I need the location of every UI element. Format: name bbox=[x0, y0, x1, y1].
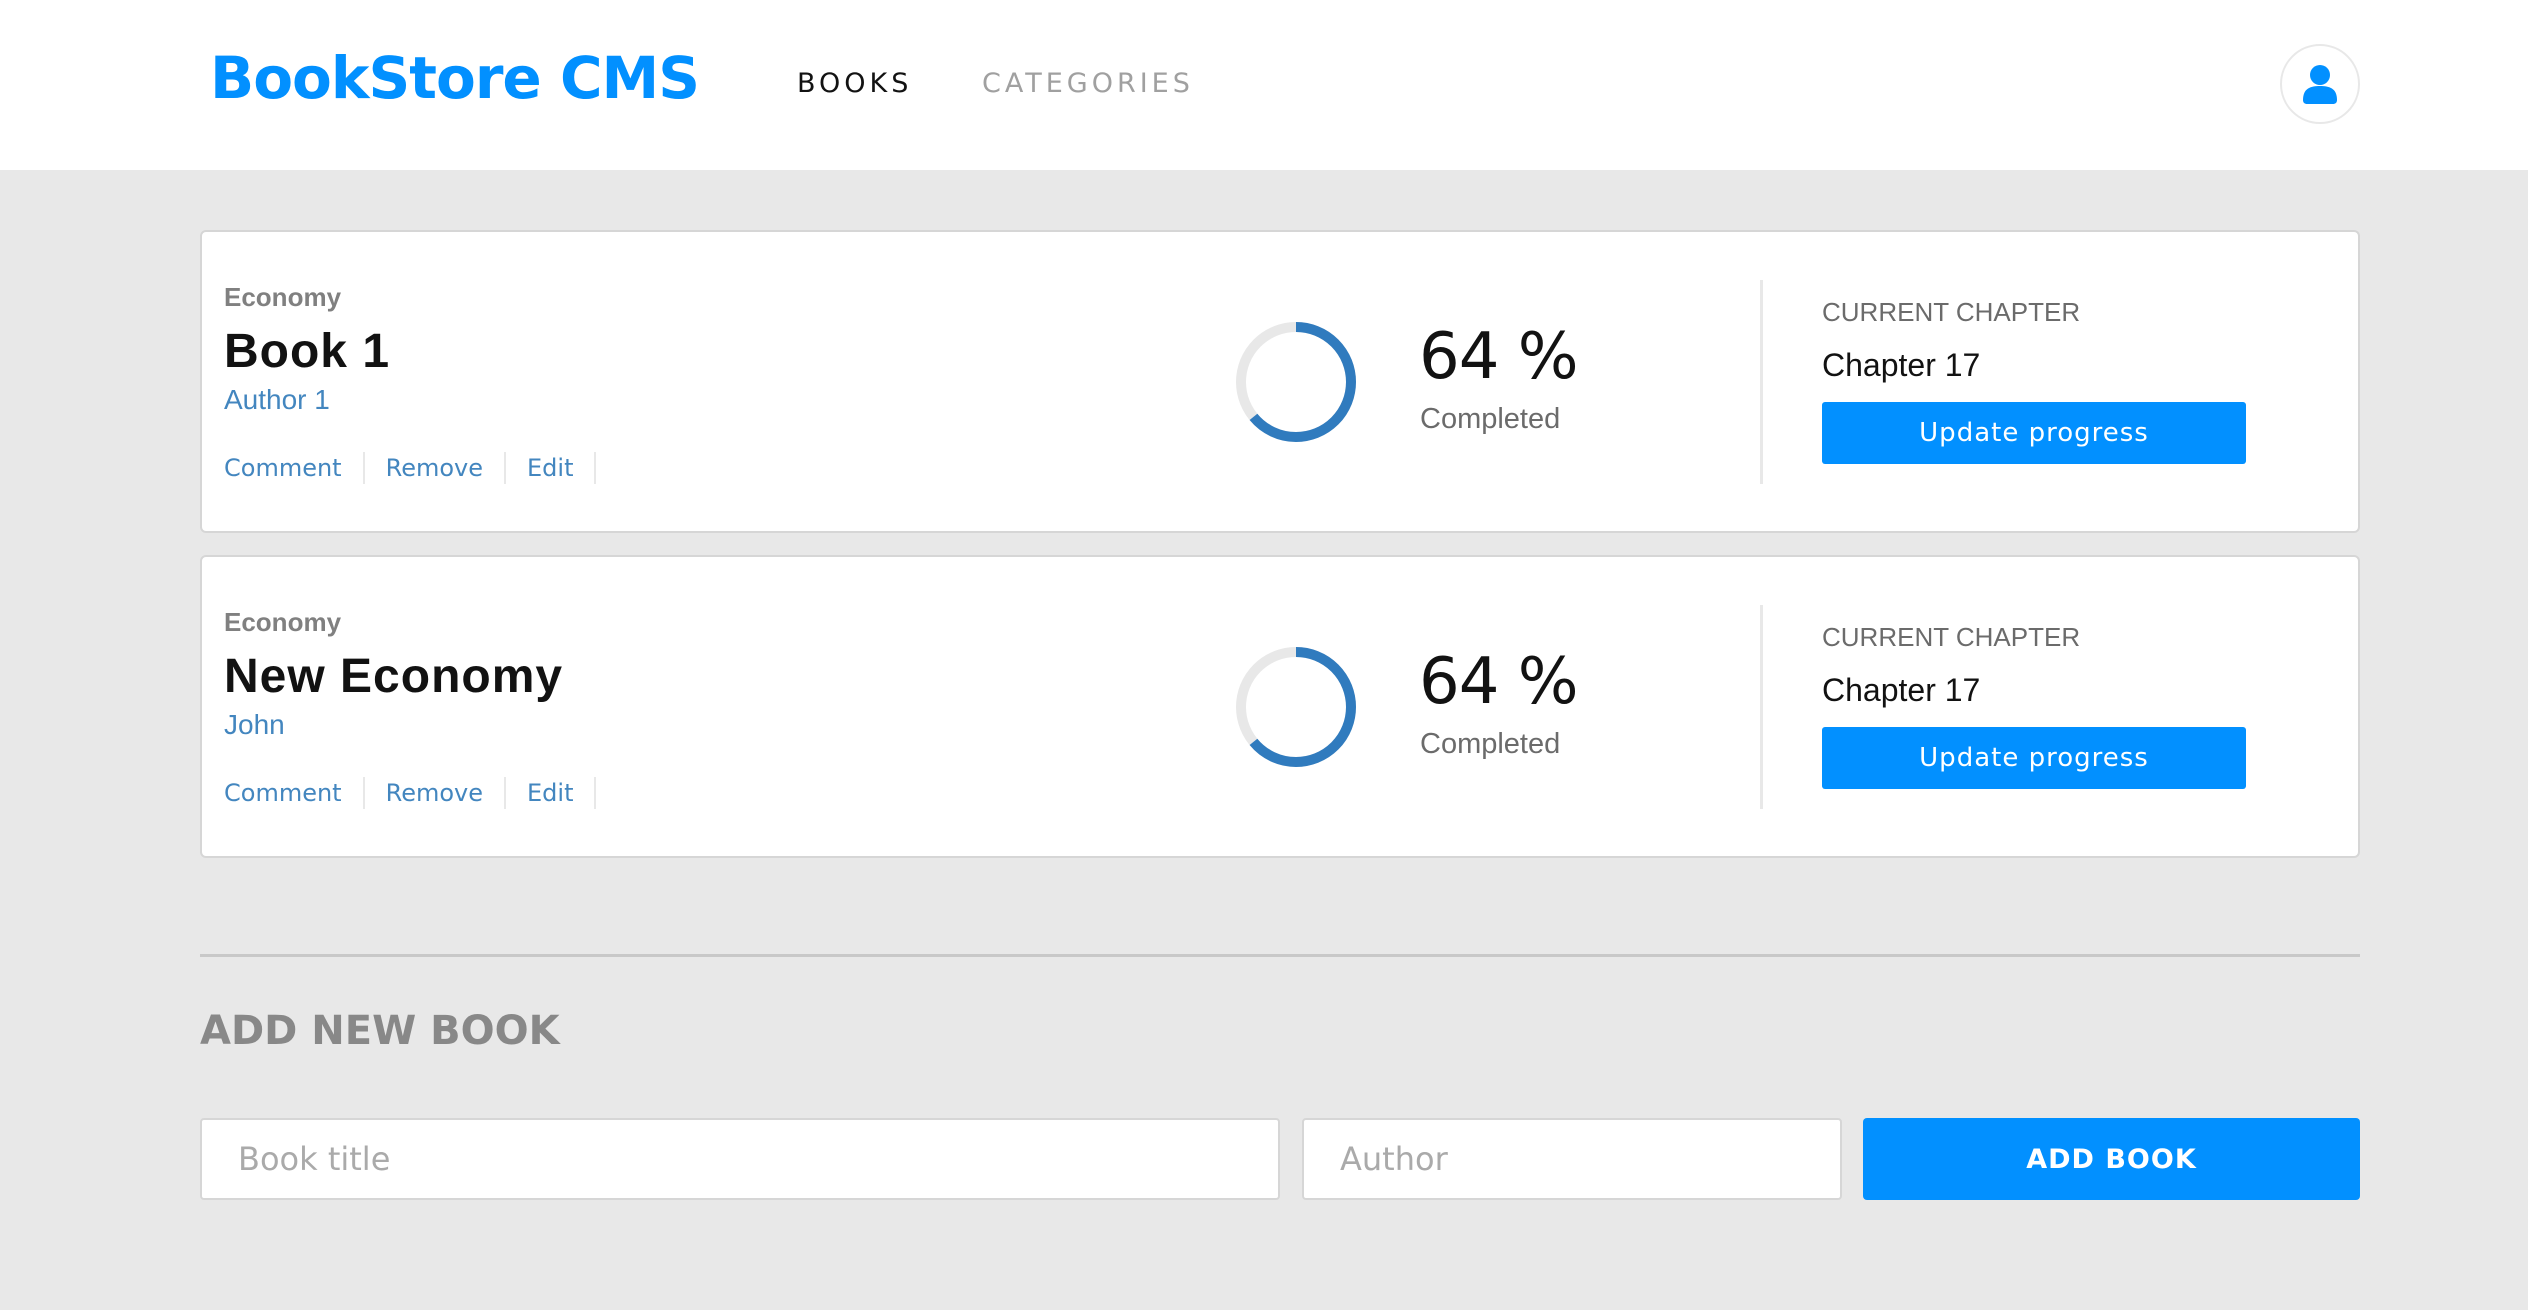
section-divider bbox=[200, 954, 2360, 957]
author-input[interactable] bbox=[1302, 1118, 1842, 1200]
book-genre: Economy bbox=[224, 282, 342, 312]
form-title: ADD NEW BOOK bbox=[200, 1008, 560, 1054]
book-author: John bbox=[224, 709, 285, 740]
add-book-button[interactable]: ADD BOOK bbox=[1863, 1118, 2360, 1200]
nav-link-categories[interactable]: CATEGORIES bbox=[982, 68, 1194, 99]
progress-ring bbox=[1236, 322, 1356, 442]
nav-link-books[interactable]: BOOKS bbox=[797, 68, 912, 99]
book-actions: Comment Remove Edit bbox=[224, 452, 597, 484]
comment-button[interactable]: Comment bbox=[224, 777, 365, 809]
current-chapter-value: Chapter 17 bbox=[1822, 347, 1981, 383]
book-title: Book 1 bbox=[224, 325, 391, 378]
progress-ring bbox=[1236, 647, 1356, 767]
comment-button[interactable]: Comment bbox=[224, 452, 365, 484]
book-actions: Comment Remove Edit bbox=[224, 777, 597, 809]
edit-button[interactable]: Edit bbox=[506, 452, 597, 484]
card-divider bbox=[1760, 280, 1763, 484]
book-card: Economy New Economy John Comment Remove … bbox=[200, 555, 2360, 858]
book-genre: Economy bbox=[224, 607, 342, 637]
card-divider bbox=[1760, 605, 1763, 809]
progress-percent: 64 % bbox=[1419, 645, 1579, 719]
completed-label: Completed bbox=[1420, 728, 1561, 760]
remove-button[interactable]: Remove bbox=[365, 777, 506, 809]
update-progress-button[interactable]: Update progress bbox=[1822, 402, 2246, 464]
progress-percent: 64 % bbox=[1419, 320, 1579, 394]
current-chapter-value: Chapter 17 bbox=[1822, 672, 1981, 708]
current-chapter-label: CURRENT CHAPTER bbox=[1822, 297, 2081, 327]
edit-button[interactable]: Edit bbox=[506, 777, 597, 809]
book-title: New Economy bbox=[224, 650, 564, 703]
completed-label: Completed bbox=[1420, 403, 1561, 435]
app-header: BookStore CMS BOOKS CATEGORIES bbox=[0, 0, 2528, 170]
book-card: Economy Book 1 Author 1 Comment Remove E… bbox=[200, 230, 2360, 533]
update-progress-button[interactable]: Update progress bbox=[1822, 727, 2246, 789]
current-chapter-label: CURRENT CHAPTER bbox=[1822, 622, 2081, 652]
book-title-input[interactable] bbox=[200, 1118, 1280, 1200]
user-profile-button[interactable] bbox=[2280, 44, 2360, 124]
app-logo[interactable]: BookStore CMS bbox=[210, 44, 700, 112]
user-icon bbox=[2303, 65, 2337, 104]
book-author: Author 1 bbox=[224, 384, 330, 415]
remove-button[interactable]: Remove bbox=[365, 452, 506, 484]
